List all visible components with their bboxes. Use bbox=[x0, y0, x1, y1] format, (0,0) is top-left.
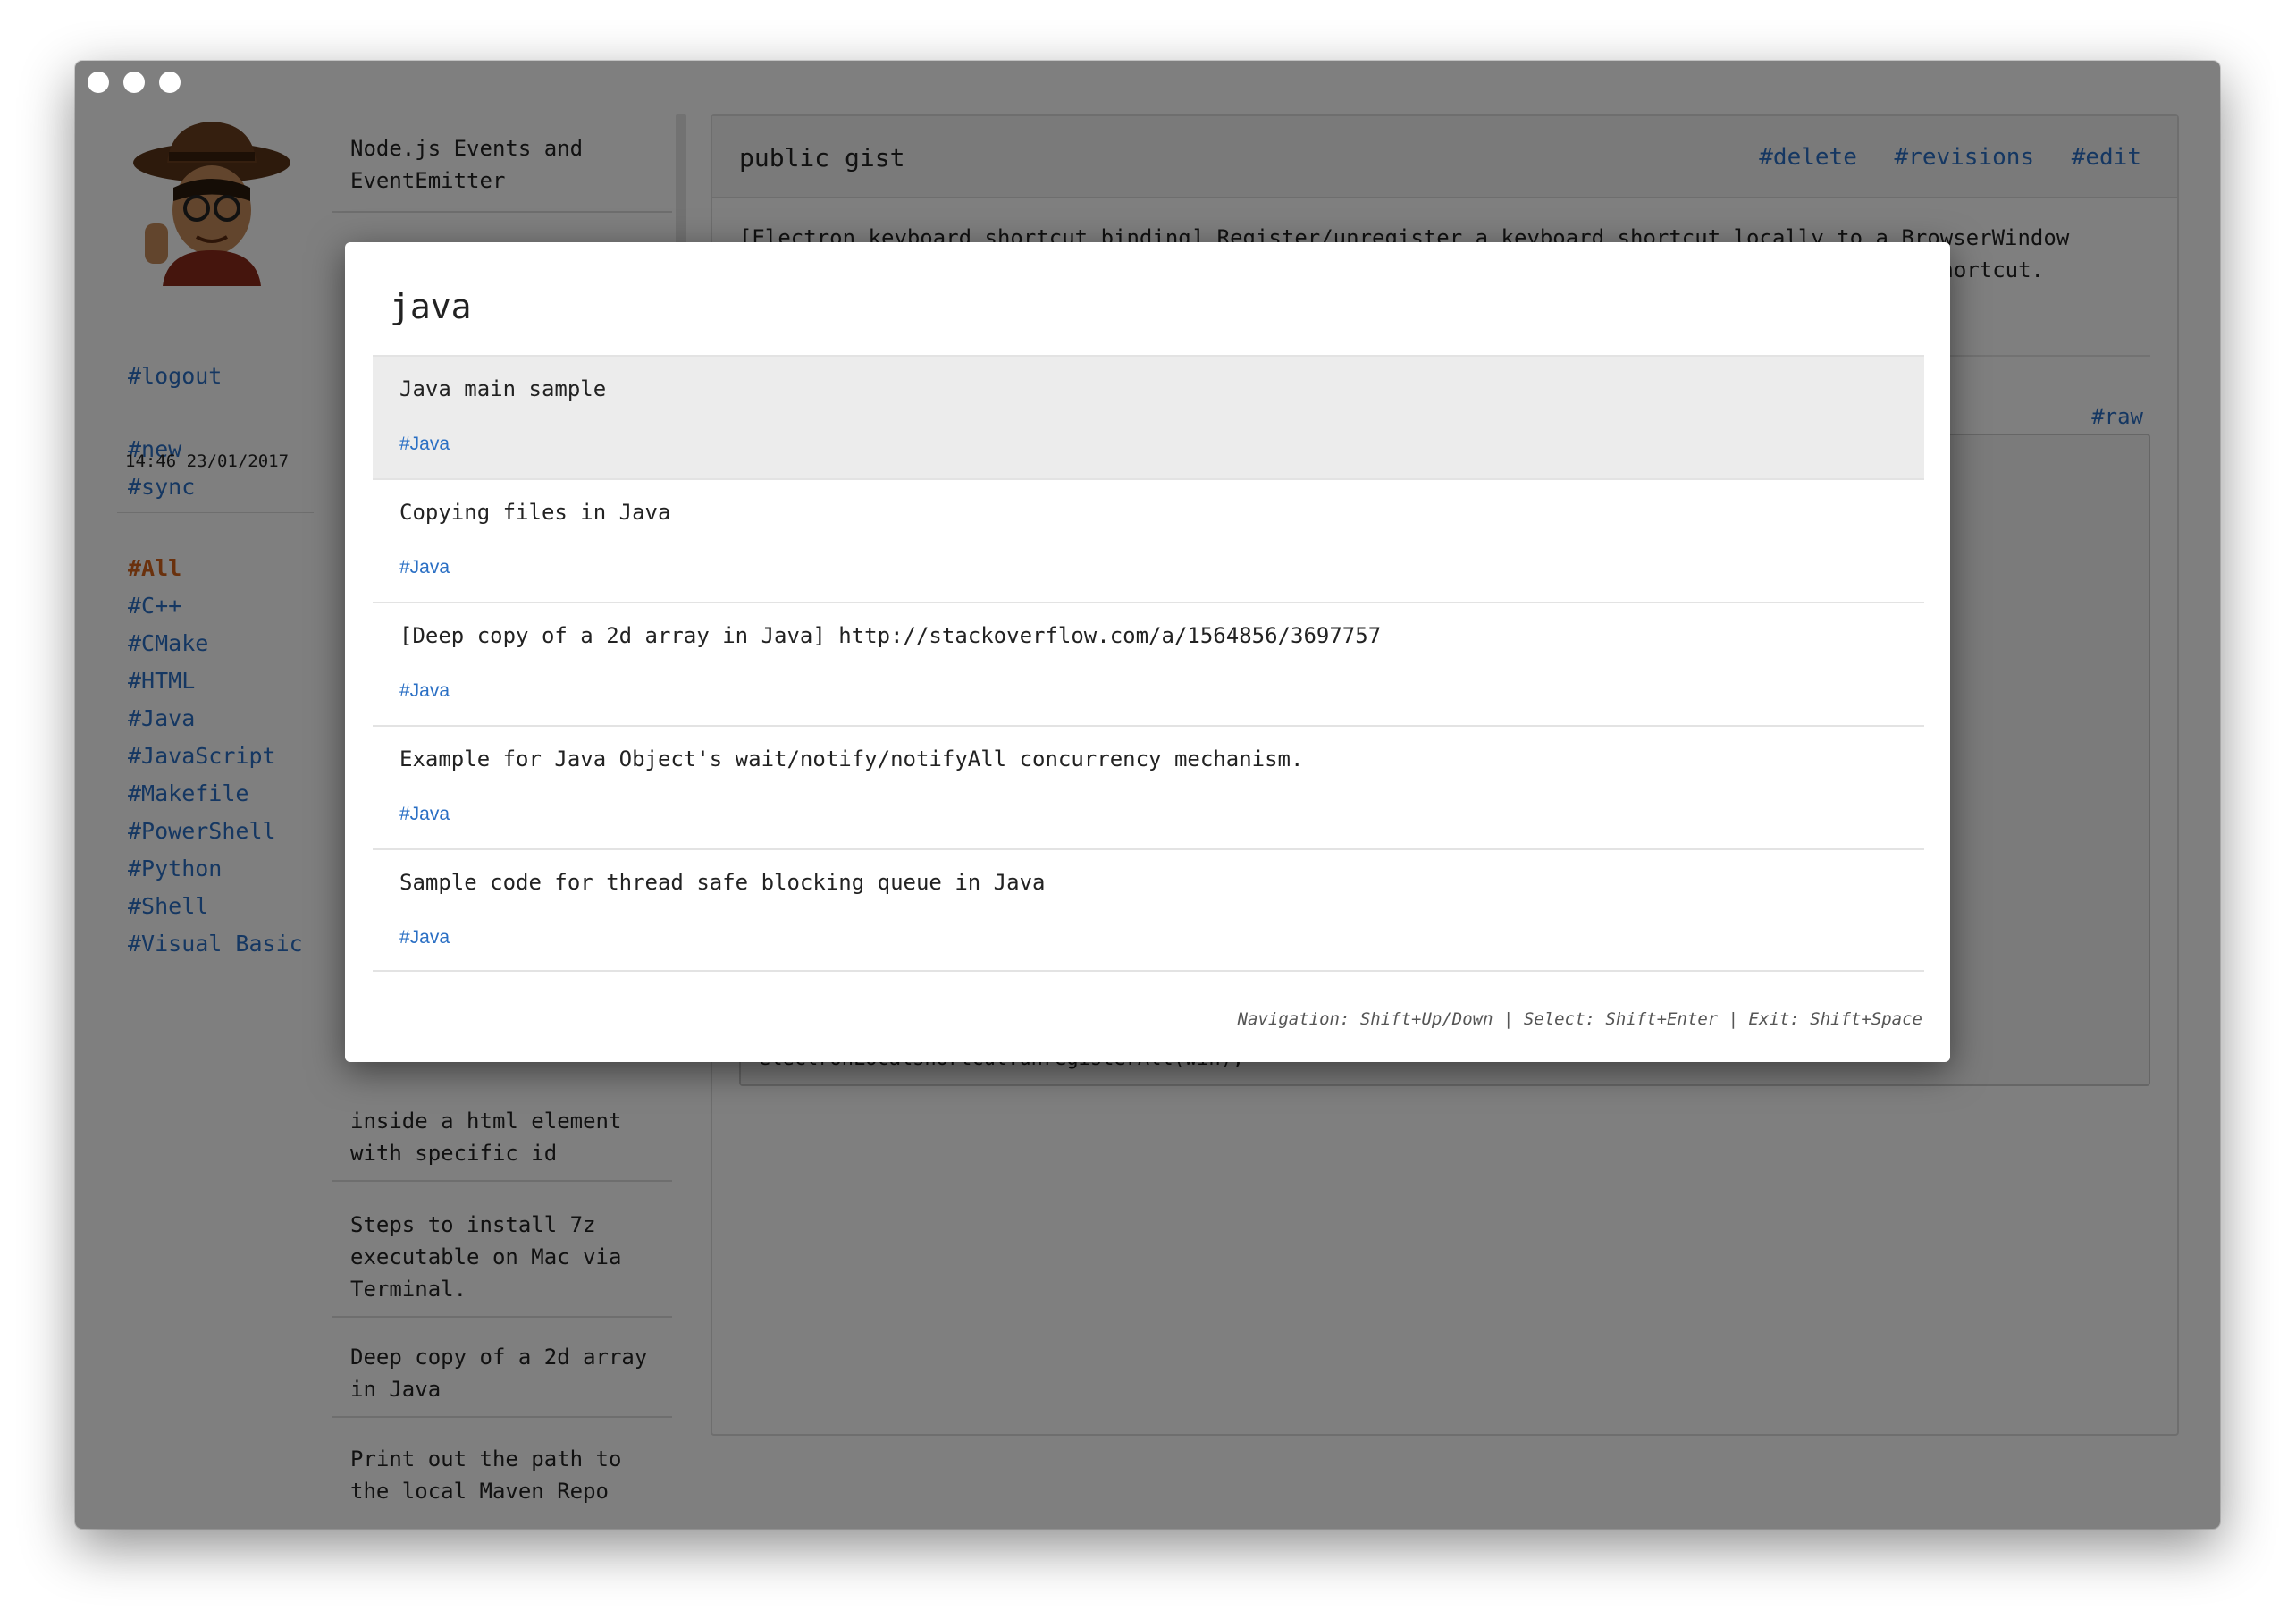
search-results: Java main sample #Java Copying files in … bbox=[373, 355, 1924, 972]
search-result-title: Copying files in Java bbox=[399, 500, 671, 525]
search-result-tag[interactable]: #Java bbox=[399, 557, 450, 578]
search-result-tag[interactable]: #Java bbox=[399, 804, 450, 825]
search-query[interactable]: java bbox=[390, 287, 472, 326]
search-result-item[interactable]: Sample code for thread safe blocking que… bbox=[373, 848, 1924, 972]
search-result-item[interactable]: [Deep copy of a 2d array in Java] http:/… bbox=[373, 602, 1924, 725]
search-result-item[interactable]: Java main sample #Java bbox=[373, 355, 1924, 478]
search-result-title: [Deep copy of a 2d array in Java] http:/… bbox=[399, 623, 1382, 648]
search-result-tag[interactable]: #Java bbox=[399, 680, 450, 702]
search-result-tag[interactable]: #Java bbox=[399, 927, 450, 949]
zoom-window-button[interactable] bbox=[159, 72, 181, 93]
app-window: #logout #new #sync 14:46 23/01/2017 #All… bbox=[75, 61, 2220, 1529]
close-window-button[interactable] bbox=[88, 72, 109, 93]
minimize-window-button[interactable] bbox=[123, 72, 145, 93]
window-controls bbox=[88, 72, 181, 93]
search-result-item[interactable]: Example for Java Object's wait/notify/no… bbox=[373, 725, 1924, 848]
search-modal: java Java main sample #Java Copying file… bbox=[345, 242, 1950, 1062]
search-result-title: Sample code for thread safe blocking que… bbox=[399, 870, 1046, 895]
search-result-title: Java main sample bbox=[399, 376, 607, 401]
search-result-tag[interactable]: #Java bbox=[399, 434, 450, 455]
search-result-title: Example for Java Object's wait/notify/no… bbox=[399, 746, 1304, 772]
keyboard-hint: Navigation: Shift+Up/Down | Select: Shif… bbox=[1237, 1009, 1922, 1029]
search-result-item[interactable]: Copying files in Java #Java bbox=[373, 478, 1924, 602]
